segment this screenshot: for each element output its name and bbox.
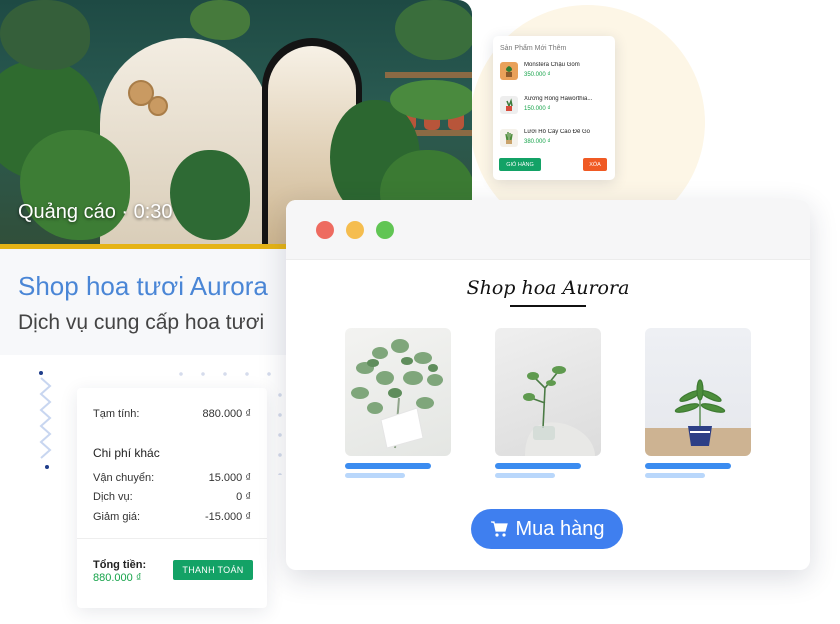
site-logo[interactable]: Shop hoa Aurora [286,277,810,299]
browser-titlebar [286,200,810,260]
new-product-item[interactable]: Xương Rồng Haworthia... 150.000 ₫ [500,94,610,116]
plant-icon [506,66,512,77]
fee-value: 15.000 ₫ [208,472,251,484]
total-value: 880.000 ₫ [93,572,142,584]
logo-underline [510,305,586,307]
product-card[interactable] [495,328,601,478]
product-card[interactable] [645,328,751,478]
product-thumbnail [500,129,518,147]
shelf [385,72,472,78]
buy-button[interactable]: Mua hàng [471,509,623,549]
new-product-price: 380.000 ₫ [524,139,551,145]
product-image[interactable] [645,328,751,456]
new-products-popup: Sản Phẩm Mới Thêm Monstera Chậu Gốm 350.… [493,36,615,180]
new-product-price: 350.000 ₫ [524,72,551,78]
fee-row: Vận chuyển: 15.000 ₫ [93,472,251,484]
product-image[interactable] [495,328,601,456]
fee-label: Dịch vụ: [93,491,133,503]
total-label: Tổng tiền: [93,559,147,571]
subtotal-value: 880.000 ₫ [202,408,251,420]
divider [77,538,267,539]
product-title-placeholder [645,463,731,469]
cart-button[interactable]: GIỎ HÀNG [499,158,541,171]
fee-row: Giảm giá: -15.000 ₫ [93,511,251,523]
buy-button-label: Mua hàng [515,517,605,540]
ad-timer-label: Quảng cáo · 0:30 [18,201,173,223]
plant-foliage [190,0,250,40]
delete-button[interactable]: XÓA [583,158,607,171]
eucalyptus-bouquet-image [351,339,443,449]
wave-decoration [39,371,52,469]
new-product-item[interactable]: Monstera Chậu Gốm 350.000 ₫ [500,60,610,82]
plant-icon [505,132,513,144]
close-window-button[interactable] [316,221,334,239]
plant-foliage [0,0,90,70]
browser-window: Shop hoa Aurora Mua hàng [286,200,810,570]
new-product-name: Lưỡi Hổ Cây Cao Để Gỗ [524,129,590,135]
dots-decoration [278,385,282,475]
pay-button[interactable]: THANH TOÁN [173,560,253,580]
subtotal-label: Tạm tính: [93,408,140,420]
ad-shop-name[interactable]: Shop hoa tươi Aurora [18,271,268,302]
wall-decor [148,96,168,116]
potted-plant-image [674,379,726,446]
new-product-item[interactable]: Lưỡi Hổ Cây Cao Để Gỗ 380.000 ₫ [500,127,610,149]
new-product-price: 150.000 ₫ [524,106,551,112]
dots-decoration [170,372,290,376]
product-price-placeholder [645,473,705,478]
glass-vase-plant-image [523,366,595,456]
product-price-placeholder [495,473,555,478]
order-summary-card: Tạm tính: 880.000 ₫ Chi phí khác Vận chu… [77,388,267,608]
minimize-window-button[interactable] [346,221,364,239]
fee-value: -15.000 ₫ [204,511,251,523]
fee-label: Vận chuyển: [93,472,155,484]
product-title-placeholder [495,463,581,469]
new-products-title: Sản Phẩm Mới Thêm [500,45,567,52]
cart-icon [490,521,508,537]
ad-shop-description: Dịch vụ cung cấp hoa tươi [18,311,265,334]
plant-foliage [170,150,250,240]
fee-value: 0 ₫ [236,491,251,503]
new-product-name: Xương Rồng Haworthia... [524,96,593,102]
plant-icon [506,98,513,111]
fee-row: Dịch vụ: 0 ₫ [93,491,251,503]
other-fees-heading: Chi phí khác [93,446,160,460]
product-thumbnail [500,96,518,114]
product-price-placeholder [345,473,405,478]
subtotal-row: Tạm tính: 880.000 ₫ [93,408,251,420]
new-product-name: Monstera Chậu Gốm [524,62,580,68]
product-title-placeholder [345,463,431,469]
product-card[interactable] [345,328,451,478]
product-thumbnail [500,62,518,80]
product-image[interactable] [345,328,451,456]
fee-label: Giảm giá: [93,511,141,523]
maximize-window-button[interactable] [376,221,394,239]
plant-foliage [395,0,472,60]
